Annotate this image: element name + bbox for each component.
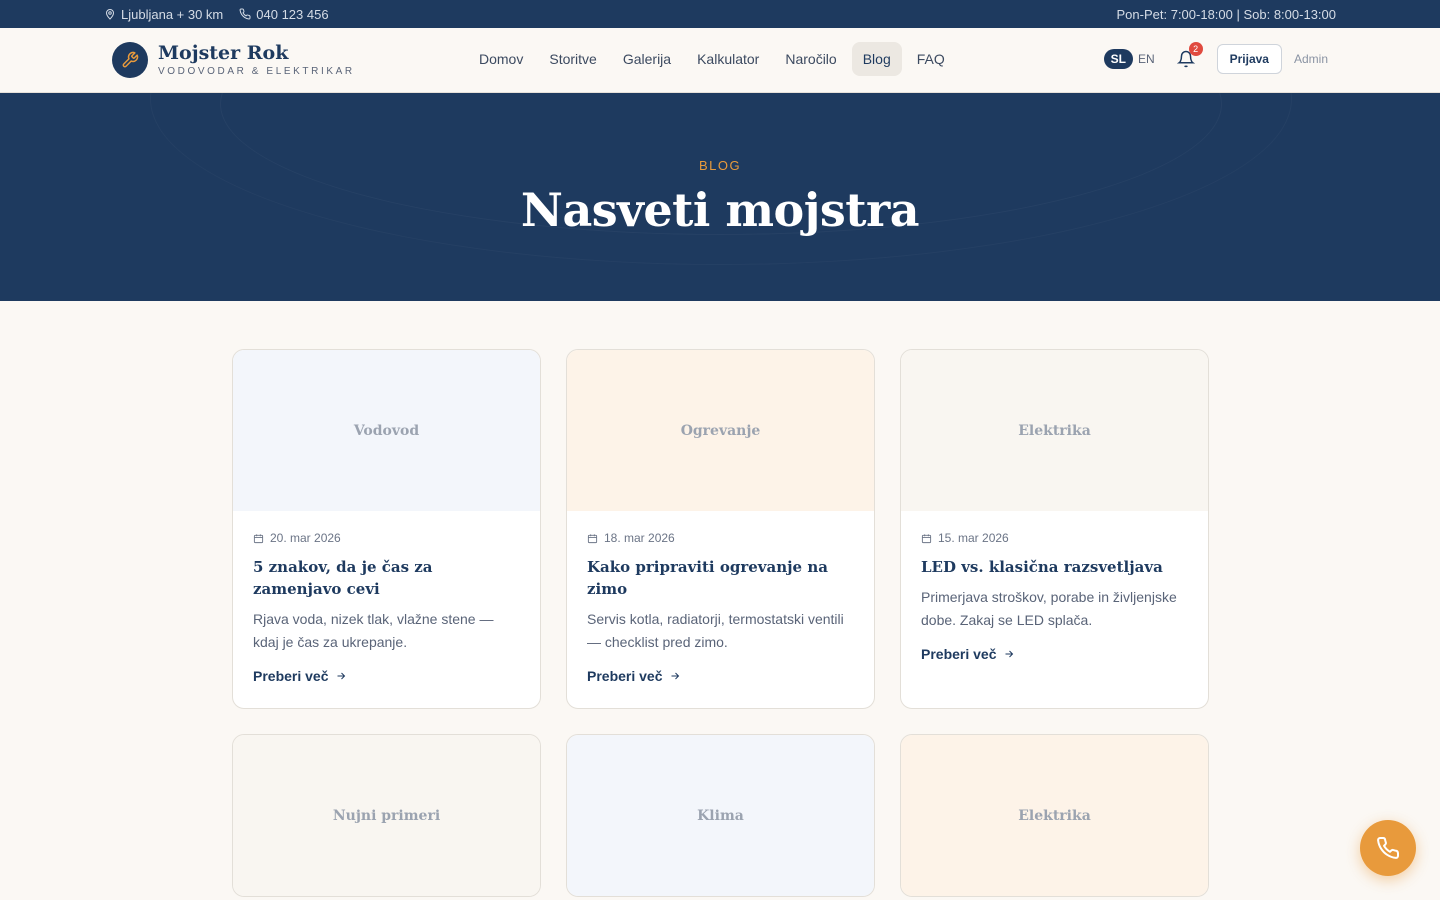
wrench-icon [122,51,139,68]
card-category: Klima [697,807,744,824]
nav-item-storitve[interactable]: Storitve [538,42,607,76]
hero-kicker: BLOG [698,158,742,173]
phone-icon [1377,836,1400,859]
admin-link[interactable]: Admin [1294,52,1328,66]
location-text: Ljubljana + 30 km [121,6,224,22]
lang-en-button[interactable]: EN [1138,52,1155,66]
card-date-text: 15. mar 2026 [938,531,1009,545]
nav-item-narocilo[interactable]: Naročilo [774,42,847,76]
card-category: Vodovod [353,422,420,439]
nav-item-blog[interactable]: Blog [851,42,902,76]
main-header: Mojster Rok VODOVODAR & ELEKTRIKAR Domov… [0,28,1440,93]
card-excerpt: Servis kotla, radiatorji, termostatski v… [587,611,844,650]
nav-item-kalkulator[interactable]: Kalkulator [686,42,770,76]
blog-hero: BLOG Nasveti mojstra [0,93,1440,301]
call-button[interactable] [1360,820,1416,876]
card-date-text: 20. mar 2026 [270,531,341,545]
logo-badge [112,42,148,78]
card-category: Elektrika [1018,422,1091,439]
card-thumbnail: Elektrika [901,735,1208,896]
page-title: Nasveti mojstra [520,183,920,237]
nav-item-faq[interactable]: FAQ [906,42,956,76]
blog-card[interactable]: Elektrika [900,734,1209,897]
card-excerpt: Rjava voda, nizek tlak, vlažne stene — k… [253,611,494,650]
brand-name: Mojster Rok [158,42,289,64]
location-info: Ljubljana + 30 km [104,7,223,22]
read-more-label: Preberi več [587,668,663,684]
card-thumbnail: Vodovod [233,350,540,511]
card-category: Ogrevanje [680,422,761,439]
map-pin-icon [105,9,115,20]
brand-logo-link[interactable]: Mojster Rok VODOVODAR & ELEKTRIKAR [112,42,432,78]
read-more-link[interactable]: Preberi več [253,668,520,684]
card-thumbnail: Ogrevanje [567,350,874,511]
phone-link[interactable]: 040 123 456 [239,6,329,22]
arrow-right-icon [1005,650,1013,658]
top-info-bar: Ljubljana + 30 km 040 123 456 Pon-Pet: 7… [0,0,1440,28]
read-more-link[interactable]: Preberi več [587,668,854,684]
arrow-right-icon [671,672,679,680]
card-category: Nujni primeri [332,807,441,824]
language-switcher: SL EN [1103,49,1155,69]
blog-card[interactable]: Nujni primeri [232,734,541,897]
login-button[interactable]: Prijava [1216,44,1282,74]
card-date: 20. mar 2026 [253,531,520,545]
main-nav: Domov Storitve Galerija Kalkulator Naroč… [468,42,956,76]
card-thumbnail: Klima [567,735,874,896]
card-thumbnail: Nujni primeri [233,735,540,896]
notification-count-badge: 2 [1188,42,1203,56]
lang-sl-button[interactable]: SL [1103,49,1133,69]
card-thumbnail: Elektrika [901,350,1208,511]
card-date-text: 18. mar 2026 [604,531,675,545]
notifications-button[interactable]: 2 [1176,42,1203,70]
blog-post-grid: Vodovod 20. mar 2026 5 znakov, da je čas… [232,349,1209,897]
nav-item-galerija[interactable]: Galerija [612,42,682,76]
calendar-icon [921,533,932,543]
blog-card[interactable]: Elektrika 15. mar 2026 LED vs. klasična … [900,349,1209,709]
card-date: 18. mar 2026 [587,531,854,545]
read-more-label: Preberi več [921,646,997,662]
blog-card[interactable]: Ogrevanje 18. mar 2026 Kako pripraviti o… [566,349,875,709]
header-actions: SL EN 2 Prijava Admin [1103,42,1328,74]
blog-card[interactable]: Vodovod 20. mar 2026 5 znakov, da je čas… [232,349,541,709]
phone-text: 040 123 456 [256,6,329,22]
card-category: Elektrika [1018,807,1091,824]
opening-hours: Pon-Pet: 7:00-18:00 | Sob: 8:00-13:00 [1116,6,1336,22]
arrow-right-icon [337,672,345,680]
card-title[interactable]: 5 znakov, da je čas za zamenjavo cevi [253,556,520,600]
read-more-label: Preberi več [253,668,329,684]
brand-subtitle: VODOVODAR & ELEKTRIKAR [158,66,355,77]
card-excerpt: Primerjava stroškov, porabe in življenjs… [921,589,1177,628]
card-title[interactable]: Kako pripraviti ogrevanje na zimo [587,556,854,600]
phone-icon [239,8,251,20]
nav-item-domov[interactable]: Domov [468,42,534,76]
calendar-icon [587,533,598,543]
card-title[interactable]: LED vs. klasična razsvetljava [921,556,1188,578]
calendar-icon [253,533,264,543]
card-date: 15. mar 2026 [921,531,1188,545]
read-more-link[interactable]: Preberi več [921,646,1188,662]
blog-card[interactable]: Klima [566,734,875,897]
